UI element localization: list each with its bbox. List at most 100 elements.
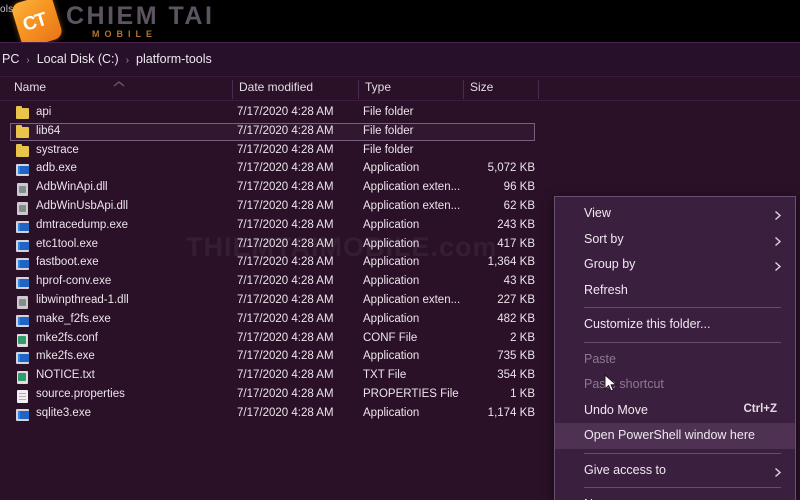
- file-size-cell: 417 KB: [497, 237, 535, 250]
- file-date-cell: 7/17/2020 4:28 AM: [237, 312, 334, 325]
- dll-icon-shape: [17, 295, 28, 309]
- application-icon-shape: [16, 314, 29, 327]
- logo-main-text: CHIEM TAI: [66, 2, 215, 30]
- breadcrumb-separator: ›: [125, 55, 130, 66]
- file-size-cell: 96 KB: [503, 181, 535, 194]
- file-row[interactable]: lib64 7/17/2020 4:28 AM File folder: [0, 122, 800, 143]
- file-name-cell: libwinpthread-1.dll: [36, 293, 129, 306]
- title-strip: ols CT CHIEM TAI MOBILE: [0, 0, 800, 42]
- column-header-name[interactable]: Name: [14, 80, 46, 94]
- file-date-cell: 7/17/2020 4:28 AM: [237, 124, 334, 137]
- file-name-cell: hprof-conv.exe: [36, 275, 112, 288]
- file-date-cell: 7/17/2020 4:28 AM: [237, 162, 334, 175]
- application-icon-shape: [16, 220, 29, 233]
- application-icon: [16, 277, 29, 290]
- file-size-cell: 1 KB: [510, 387, 535, 400]
- menu-separator: [584, 341, 781, 343]
- breadcrumb-item[interactable]: platform-tools: [136, 52, 212, 66]
- file-type-cell: Application: [363, 275, 420, 288]
- context-menu-item[interactable]: Open PowerShell window here: [555, 423, 795, 449]
- context-menu-item-label: View: [584, 206, 611, 220]
- column-divider-3[interactable]: [463, 80, 464, 99]
- context-menu-item[interactable]: Undo Move Ctrl+Z: [555, 398, 795, 424]
- breadcrumb-separator: ›: [26, 55, 30, 66]
- context-menu-item[interactable]: View: [555, 201, 795, 227]
- column-header-date[interactable]: Date modified: [239, 80, 313, 94]
- file-size-cell: 227 KB: [497, 293, 535, 306]
- context-menu-item-label: Refresh: [584, 282, 628, 297]
- file-explorer-window: ols CT CHIEM TAI MOBILE PC › Local Disk (C…: [0, 0, 800, 500]
- column-divider-2[interactable]: [358, 80, 359, 99]
- file-type-cell: Application: [363, 237, 420, 250]
- file-type-cell: File folder: [363, 124, 414, 137]
- application-icon-shape: [16, 258, 29, 271]
- file-date-cell: 7/17/2020 4:28 AM: [237, 106, 334, 118]
- file-date-cell: 7/17/2020 4:28 AM: [237, 181, 334, 194]
- address-bar[interactable]: PC › Local Disk (C:) › platform-tools: [0, 42, 800, 77]
- file-row[interactable]: api 7/17/2020 4:28 AM File folder: [0, 105, 800, 124]
- context-menu-item-label: Give access to: [584, 462, 666, 477]
- folder-icon-shape: [16, 106, 29, 119]
- breadcrumb[interactable]: PC › Local Disk (C:) › platform-tools: [2, 52, 212, 66]
- file-size-cell: 243 KB: [497, 218, 535, 231]
- column-header-size[interactable]: Size: [470, 80, 493, 94]
- context-menu-item-label: Paste: [584, 351, 616, 366]
- file-type-cell: CONF File: [363, 331, 418, 344]
- context-menu-item-label: Group by: [584, 257, 636, 271]
- context-menu-item[interactable]: Customize this folder...: [555, 312, 795, 338]
- folder-icon-shape: [16, 143, 29, 157]
- column-divider-1[interactable]: [232, 80, 233, 99]
- menu-separator: [584, 487, 781, 488]
- application-icon: [16, 258, 29, 271]
- file-name-cell: AdbWinApi.dll: [36, 181, 108, 194]
- context-menu-item[interactable]: New: [555, 492, 795, 500]
- file-date-cell: 7/17/2020 4:28 AM: [237, 293, 334, 306]
- chevron-right-icon: [773, 465, 783, 477]
- dll-icon-shape: [17, 201, 28, 215]
- file-name-cell: systrace: [36, 143, 79, 156]
- file-name-cell: mke2fs.conf: [36, 331, 98, 344]
- context-menu-item[interactable]: Sort by: [555, 227, 795, 253]
- file-name-cell: AdbWinUsbApi.dll: [36, 199, 129, 212]
- file-date-cell: 7/17/2020 4:28 AM: [237, 143, 334, 156]
- file-name-cell: source.properties: [36, 387, 125, 400]
- keyboard-shortcut-label: Ctrl+Z: [743, 402, 777, 415]
- application-icon-shape: [16, 277, 29, 290]
- chevron-right-icon: [773, 234, 783, 246]
- document-icon-shape: [17, 389, 28, 403]
- application-icon: [16, 314, 29, 328]
- column-divider-4[interactable]: [538, 80, 539, 99]
- file-date-cell: 7/17/2020 4:28 AM: [237, 387, 334, 400]
- context-menu-item[interactable]: Group by: [555, 252, 795, 278]
- dll-icon: [16, 183, 29, 197]
- file-type-cell: Application: [363, 312, 420, 325]
- context-menu-item-label: Paste shortcut: [584, 377, 664, 391]
- logo-sub-text: MOBILE: [92, 29, 157, 39]
- header-divider: [0, 100, 800, 101]
- context-menu[interactable]: View Sort by Group by Refresh Customize this…: [554, 196, 796, 500]
- file-date-cell: 7/17/2020 4:28 AM: [237, 218, 334, 231]
- file-row[interactable]: adb.exe 7/17/2020 4:28 AM Application 5,072…: [0, 161, 800, 180]
- file-name-cell: mke2fs.exe: [36, 350, 95, 363]
- context-menu-item-label: Sort by: [584, 231, 624, 246]
- chevron-right-icon: [773, 259, 783, 272]
- context-menu-item[interactable]: Refresh: [555, 278, 795, 304]
- application-icon: [16, 164, 29, 177]
- file-type-cell: Application: [363, 406, 420, 419]
- context-menu-item-label: Undo Move: [584, 402, 648, 417]
- context-menu-item[interactable]: Give access to: [555, 458, 795, 484]
- dll-icon: [16, 201, 29, 215]
- menu-separator: [584, 452, 781, 454]
- column-header-type[interactable]: Type: [365, 80, 391, 94]
- file-type-cell: Application: [363, 218, 420, 231]
- brand-logo: CT CHIEM TAI MOBILE: [4, 0, 234, 42]
- breadcrumb-item[interactable]: Local Disk (C:): [37, 52, 119, 66]
- breadcrumb-item[interactable]: PC: [2, 52, 19, 66]
- file-type-cell: Application: [363, 162, 420, 175]
- file-name-cell: make_f2fs.exe: [36, 312, 111, 325]
- application-icon-shape: [16, 352, 29, 365]
- file-name-cell: api: [36, 106, 52, 118]
- file-size-cell: 354 KB: [497, 369, 535, 382]
- file-row[interactable]: systrace 7/17/2020 4:28 AM File folder: [0, 143, 800, 162]
- text-file-icon: [16, 333, 29, 347]
